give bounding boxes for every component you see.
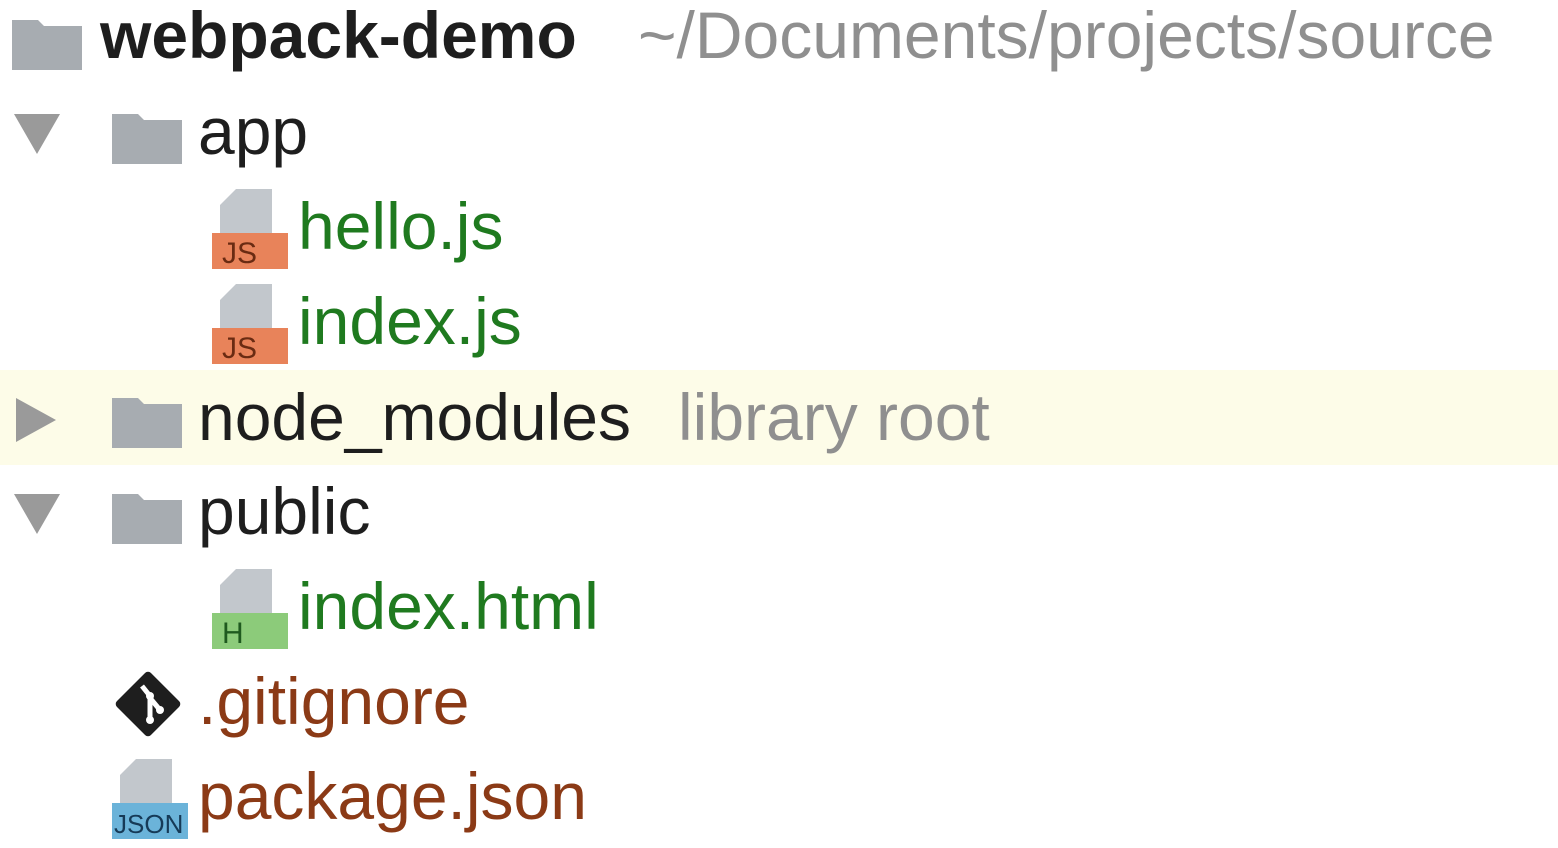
file-label-index-html: index.html bbox=[298, 569, 599, 643]
svg-text:JSON: JSON bbox=[114, 809, 183, 839]
folder-icon bbox=[112, 494, 182, 544]
svg-text:JS: JS bbox=[222, 332, 257, 364]
tree-row-public[interactable]: public bbox=[0, 466, 1558, 561]
js-file-icon: JS bbox=[212, 284, 288, 364]
json-file-icon: JSON bbox=[112, 759, 188, 839]
svg-text:JS: JS bbox=[222, 237, 257, 269]
project-tree: webpack-demo ~/Documents/projects/source… bbox=[0, 0, 1558, 848]
tree-row-hello-js[interactable]: JS hello.js bbox=[0, 181, 1558, 276]
project-path: ~/Documents/projects/source bbox=[638, 0, 1495, 72]
folder-label-app: app bbox=[198, 94, 309, 168]
file-label-package-json: package.json bbox=[198, 759, 587, 833]
project-name: webpack-demo bbox=[100, 0, 577, 72]
triangle-right-icon[interactable] bbox=[16, 398, 56, 442]
tree-row-index-html[interactable]: H index.html bbox=[0, 561, 1558, 656]
tree-row-index-js[interactable]: JS index.js bbox=[0, 276, 1558, 371]
tree-row-node-modules[interactable]: node_modules library root bbox=[0, 370, 1558, 465]
js-file-icon: JS bbox=[212, 189, 288, 269]
tree-row-app[interactable]: app bbox=[0, 86, 1558, 181]
file-label-hello-js: hello.js bbox=[298, 189, 504, 263]
file-label-gitignore: .gitignore bbox=[198, 664, 470, 738]
tree-row-package-json[interactable]: JSON package.json bbox=[0, 751, 1558, 846]
tree-row-project-root[interactable]: webpack-demo ~/Documents/projects/source bbox=[0, 0, 1558, 85]
html-file-icon: H bbox=[212, 569, 288, 649]
git-icon bbox=[115, 671, 181, 737]
folder-icon bbox=[112, 398, 182, 448]
triangle-down-icon[interactable] bbox=[14, 114, 60, 154]
tree-row-gitignore[interactable]: .gitignore bbox=[0, 656, 1558, 751]
folder-icon bbox=[12, 20, 82, 70]
library-root-hint: library root bbox=[678, 380, 990, 454]
triangle-down-icon[interactable] bbox=[14, 494, 60, 534]
folder-icon bbox=[112, 114, 182, 164]
folder-label-node-modules: node_modules bbox=[198, 380, 631, 454]
folder-label-public: public bbox=[198, 474, 371, 548]
file-label-index-js: index.js bbox=[298, 284, 522, 358]
svg-text:H: H bbox=[222, 617, 244, 649]
